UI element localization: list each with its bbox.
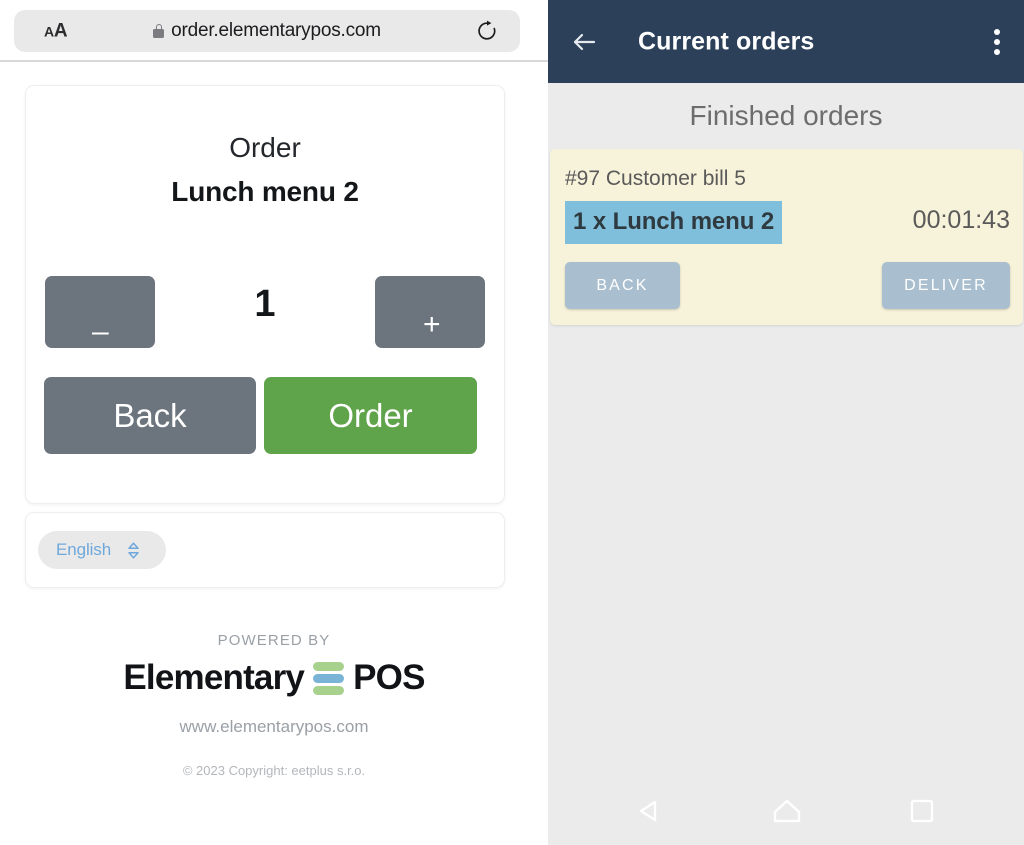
home-icon[interactable] [771,795,803,827]
web-browser-panel: AA order.elementarypos.com Order Lunch m… [0,0,548,845]
site-url-link[interactable]: www.elementarypos.com [0,717,548,737]
brand-name-first: Elementary [123,658,305,697]
web-page-content: Order Lunch menu 2 – 1 + Back Order Engl… [0,62,548,845]
copyright-text: © 2023 Copyright: eetplus s.r.o. [182,763,366,778]
order-item-line: 1 x Lunch menu 2 [565,201,783,244]
square-recents-icon[interactable] [908,797,936,825]
browser-toolbar: AA order.elementarypos.com [0,0,548,62]
order-card: Order Lunch menu 2 – 1 + Back Order [25,85,505,504]
section-title: Finished orders [689,100,883,131]
android-app-panel: Current orders Finished orders #97 Custo… [548,0,1024,845]
language-selected-value: English [56,540,112,559]
order-heading: Order [229,132,301,163]
plus-icon: + [423,308,441,341]
text-size-button[interactable]: AA [44,20,68,42]
more-vertical-icon[interactable] [994,28,1000,55]
url-display: order.elementarypos.com [14,20,520,42]
powered-by-label: POWERED BY [217,632,331,649]
address-bar[interactable]: AA order.elementarypos.com [14,10,520,52]
triangle-back-icon[interactable] [634,796,664,826]
arrow-left-icon[interactable] [570,28,598,56]
order-back-button[interactable]: BACK [565,262,680,309]
order-timer: 00:01:43 [912,206,1010,234]
product-name: Lunch menu 2 [171,176,359,207]
order-deliver-button[interactable]: DELIVER [882,262,1010,309]
elementary-pos-logo-icon [311,661,346,695]
order-row[interactable]: #97 Customer bill 5 1 x Lunch menu 2 00:… [550,149,1023,325]
chevron-up-down-icon [127,541,140,559]
back-button[interactable]: Back [44,377,256,454]
url-text: order.elementarypos.com [171,20,381,41]
android-navigation-bar [548,777,1024,845]
brand-logo: Elementary POS [0,658,548,698]
language-card: English [25,512,505,588]
brand-name-second: POS [353,658,425,697]
bill-label: #97 Customer bill 5 [565,167,746,190]
order-button[interactable]: Order [264,377,477,454]
quantity-increase-button[interactable]: + [375,276,485,348]
text-size-large-a: A [53,20,68,42]
page-footer: POWERED BY Elementary POS www.elementary… [0,632,548,778]
lock-icon [153,24,165,38]
reload-icon[interactable] [476,20,498,42]
text-size-small-a: A [44,23,54,40]
language-select[interactable]: English [38,531,166,569]
app-title: Current orders [638,27,815,55]
app-bar: Current orders [548,0,1024,83]
